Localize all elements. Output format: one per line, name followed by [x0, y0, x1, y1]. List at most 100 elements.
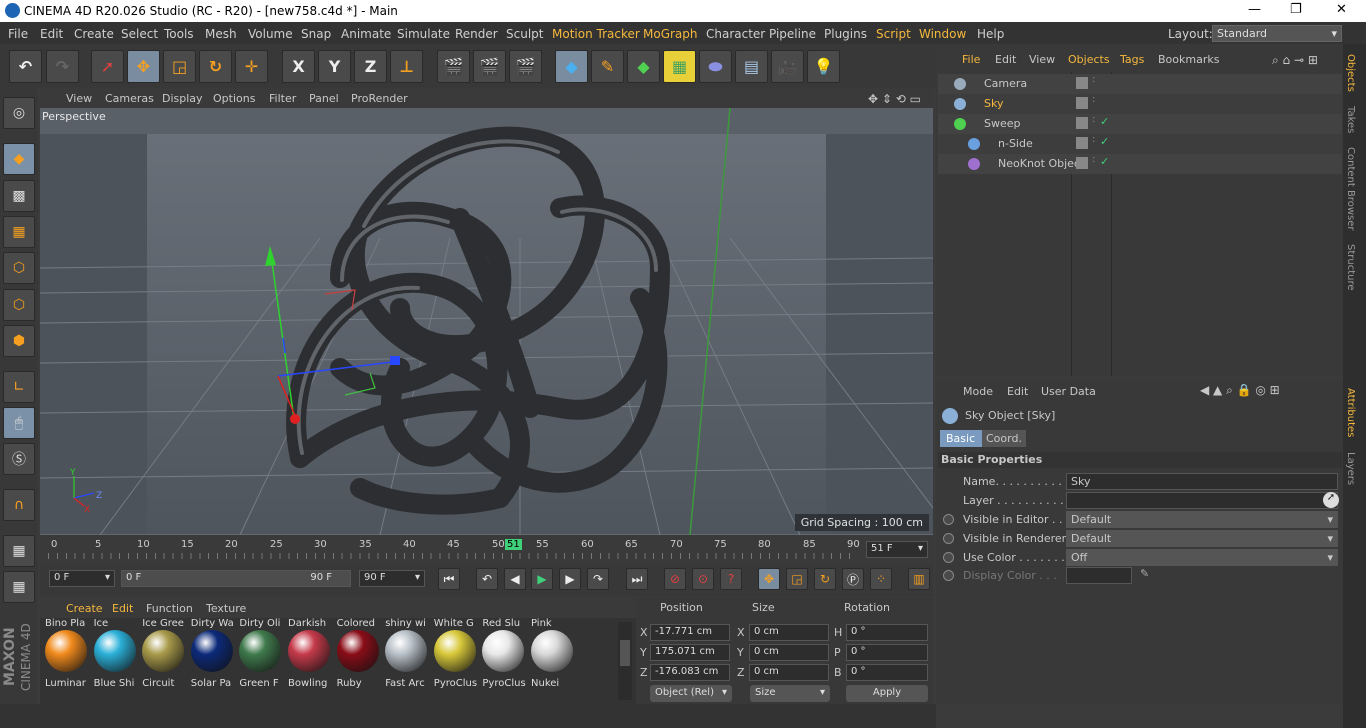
solo-button[interactable]: Ⓢ — [3, 443, 35, 475]
next-key-button[interactable]: ↷ — [587, 568, 609, 590]
layer-icon[interactable] — [1076, 117, 1088, 129]
restore-button[interactable]: ❐ — [1290, 2, 1302, 17]
viewport-menu-display[interactable]: Display — [162, 92, 203, 105]
tab-objects[interactable]: Objects — [1345, 54, 1356, 92]
material-swatch[interactable]: Ice Blue Shi — [92, 618, 140, 689]
attribute-value-layer[interactable] — [1066, 492, 1338, 509]
material-swatch[interactable]: Red Slu PyroClus — [480, 618, 528, 689]
material-swatch[interactable]: Colored Ruby — [335, 618, 383, 689]
tab-coord[interactable]: Coord. — [982, 430, 1026, 447]
visibility-dots-icon[interactable]: : — [1092, 74, 1095, 85]
material-swatch[interactable]: Dirty Oli Green F — [237, 618, 285, 689]
material-swatch[interactable]: Ice Gree Circuit — [140, 618, 188, 689]
subdivision-button[interactable]: ◆ — [627, 50, 660, 83]
visibility-dots-icon[interactable]: : — [1092, 134, 1095, 145]
menu-motion-tracker[interactable]: Motion Tracker — [552, 27, 640, 41]
light-button[interactable]: 💡 — [807, 50, 840, 83]
attribute-menu-mode[interactable]: Mode — [963, 385, 993, 398]
gizmo-x-handle[interactable] — [390, 356, 400, 365]
redo-button[interactable]: ↷ — [46, 50, 79, 83]
tab-structure[interactable]: Structure — [1345, 244, 1356, 291]
tab-layers[interactable]: Layers — [1345, 452, 1356, 485]
animation-keyframe-icon[interactable] — [943, 514, 954, 525]
play-button[interactable]: ▶ — [531, 568, 553, 590]
tweak-mode-button[interactable]: 🖱 — [3, 407, 35, 439]
tab-attributes[interactable]: Attributes — [1345, 388, 1356, 437]
coordinate-mode-select[interactable]: Object (Rel) ▾ — [650, 685, 732, 702]
visibility-dots-icon[interactable]: : — [1092, 154, 1095, 165]
key-scale-button[interactable]: ◲ — [786, 568, 808, 590]
menu-simulate[interactable]: Simulate — [397, 27, 450, 41]
viewport-navigation-icons[interactable]: ✥ ⇕ ⟲ ▭ — [868, 92, 921, 106]
edges-mode-button[interactable]: ⬡ — [3, 289, 35, 321]
menu-sculpt[interactable]: Sculpt — [506, 27, 543, 41]
position-field[interactable]: -176.083 cm — [650, 664, 730, 681]
workplane-lock-button[interactable]: ▦ — [3, 535, 35, 567]
workplane-grid-button[interactable]: ▦ — [3, 571, 35, 603]
deformer-button[interactable]: ⬬ — [699, 50, 732, 83]
material-swatch[interactable]: Pink Nukei — [529, 618, 577, 689]
viewport-menu-panel[interactable]: Panel — [309, 92, 339, 105]
layer-icon[interactable] — [1076, 137, 1088, 149]
menu-plugins[interactable]: Plugins — [824, 27, 867, 41]
start-frame-field[interactable]: 0 F ▾ — [49, 570, 115, 587]
size-field[interactable]: 0 cm — [749, 664, 829, 681]
workplane-mode-button[interactable]: ▦ — [3, 216, 35, 248]
attribute-value-visible-in-renderer[interactable]: Default ▾ — [1066, 530, 1338, 547]
viewport-menu-view[interactable]: View — [66, 92, 92, 105]
menu-create[interactable]: Create — [74, 27, 114, 41]
tab-takes[interactable]: Takes — [1345, 106, 1356, 133]
enabled-check-icon[interactable]: ✓ — [1100, 135, 1109, 148]
size-field[interactable]: 0 cm — [749, 624, 829, 641]
rotation-field[interactable]: 0 ° — [846, 664, 928, 681]
record-keys-button[interactable]: ⊘ — [664, 568, 686, 590]
animation-keyframe-icon[interactable] — [943, 570, 954, 581]
size-field[interactable]: 0 cm — [749, 644, 829, 661]
undo-button[interactable]: ↶ — [9, 50, 42, 83]
material-swatch[interactable]: White G PyroClus — [432, 618, 480, 689]
size-mode-select[interactable]: Size ▾ — [750, 685, 830, 702]
apply-button[interactable]: Apply — [846, 685, 928, 702]
object-row[interactable]: Sky: — [938, 94, 1342, 114]
menu-snap[interactable]: Snap — [301, 27, 331, 41]
floor-button[interactable]: ▤ — [735, 50, 768, 83]
animation-keyframe-icon[interactable] — [943, 552, 954, 563]
animation-keyframe-icon[interactable] — [943, 533, 954, 544]
viewport-menu-prorender[interactable]: ProRender — [351, 92, 408, 105]
go-to-end-button[interactable]: ⏭ — [626, 568, 648, 590]
close-button[interactable]: ✕ — [1336, 2, 1347, 17]
playhead[interactable]: 51 — [505, 539, 522, 550]
snap-button[interactable]: ∩ — [3, 489, 35, 521]
attribute-menu-edit[interactable]: Edit — [1007, 385, 1028, 398]
menu-character[interactable]: Character — [706, 27, 765, 41]
object-menu-tags[interactable]: Tags — [1120, 53, 1144, 66]
render-to-picture-viewer-button[interactable]: 🎬 — [473, 50, 506, 83]
key-pla-button[interactable]: ⁘ — [870, 568, 892, 590]
menu-tools[interactable]: Tools — [164, 27, 194, 41]
object-menu-view[interactable]: View — [1029, 53, 1055, 66]
timeline-ruler[interactable]: 0 5 10 15 20 25 30 35 40 45 50 51 55 60 … — [40, 535, 933, 565]
material-scrollbar[interactable] — [618, 622, 632, 700]
attribute-value-name[interactable]: Sky — [1066, 473, 1338, 490]
object-row[interactable]: Camera: — [938, 74, 1342, 94]
camera-button[interactable]: 🎥 — [771, 50, 804, 83]
menu-mograph[interactable]: MoGraph — [643, 27, 698, 41]
menu-volume[interactable]: Volume — [248, 27, 293, 41]
menu-help[interactable]: Help — [977, 27, 1004, 41]
material-swatch[interactable]: Darkish Bowling — [286, 618, 334, 689]
rotate-tool-button[interactable]: ↻ — [199, 50, 232, 83]
object-row[interactable]: NeoKnot Object: ✓ — [938, 154, 1342, 174]
key-rotation-button[interactable]: ↻ — [814, 568, 836, 590]
next-frame-button[interactable]: ▶ — [559, 568, 581, 590]
cube-button[interactable]: ◆ — [555, 50, 588, 83]
material-menu-create[interactable]: Create — [66, 602, 103, 615]
coordinate-system-button[interactable]: ⊥ — [390, 50, 423, 83]
key-position-button[interactable]: ✥ — [758, 568, 780, 590]
menu-select[interactable]: Select — [121, 27, 158, 41]
object-menu-file[interactable]: File — [962, 53, 980, 66]
attribute-value-display-color[interactable] — [1066, 567, 1132, 584]
perspective-viewport[interactable]: Y Z X Perspective Grid Spacing : 100 cm — [40, 108, 933, 535]
end-frame-field[interactable]: 90 F ▾ — [359, 570, 425, 587]
object-row[interactable]: Sweep: ✓ — [938, 114, 1342, 134]
cloner-button[interactable]: ▦ — [663, 50, 696, 83]
